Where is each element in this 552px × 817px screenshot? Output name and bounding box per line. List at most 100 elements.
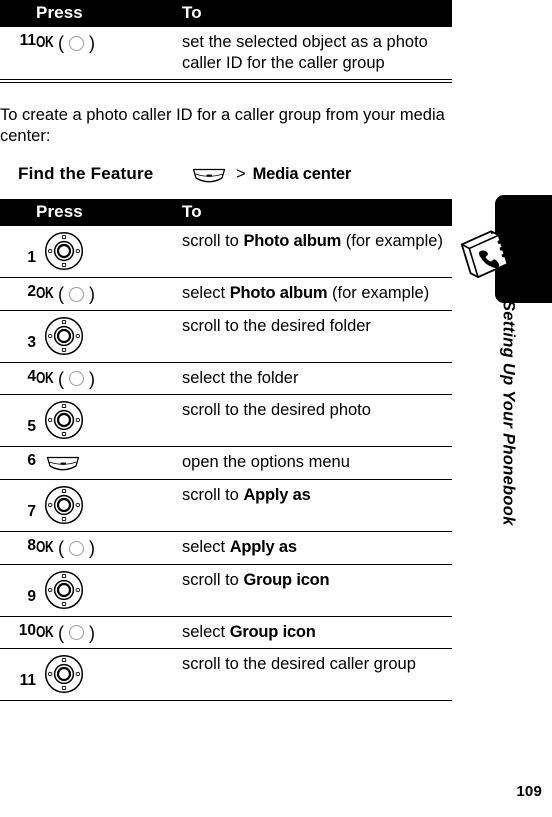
- steps-table: Press To 1 scroll to Photo album (for exa…: [0, 199, 452, 701]
- step-number: 3: [0, 310, 36, 363]
- ok-key-label: OK: [36, 539, 54, 557]
- menu-key-icon[interactable]: [192, 168, 226, 185]
- table-row: 2 OK() select Photo album (for example): [0, 277, 452, 311]
- step-key-ok[interactable]: OK ( ): [36, 27, 182, 79]
- step-description: select Group icon: [182, 616, 452, 649]
- step-description: scroll to Photo album (for example): [182, 226, 452, 278]
- menu-item-name: Photo album: [243, 232, 342, 250]
- navigation-wheel-icon[interactable]: [44, 485, 84, 525]
- step-number: 2: [0, 277, 36, 311]
- phonebook-icon: [460, 230, 509, 279]
- step-description: scroll to the desired folder: [182, 310, 452, 363]
- navigation-wheel-icon[interactable]: [44, 231, 84, 271]
- table-row: 7 scroll to Apply as: [0, 479, 452, 532]
- step-number: 11: [19, 32, 36, 49]
- ok-key-glyph[interactable]: OK ( ): [36, 32, 95, 52]
- ok-key-glyph[interactable]: OK(): [36, 537, 95, 557]
- step-key-menu[interactable]: [36, 446, 182, 480]
- table-row: 8 OK() select Apply as: [0, 531, 452, 565]
- paren-open: (: [58, 622, 64, 643]
- step-description: scroll to the desired caller group: [182, 648, 452, 701]
- step-number: 1: [0, 226, 36, 278]
- step-description-text: select: [182, 622, 230, 641]
- section-title-text: Setting Up Your Phonebook: [499, 300, 518, 526]
- step-description: scroll to Group icon: [182, 564, 452, 617]
- manual-page: Press To 11 OK ( ) set the selected obje…: [0, 0, 552, 817]
- ok-key-label: OK: [36, 34, 54, 52]
- table-header-row: Press To: [0, 0, 452, 27]
- paren-open: (: [58, 538, 64, 558]
- navigation-wheel-icon[interactable]: [44, 654, 84, 694]
- step-description-text: scroll to the desired photo: [182, 401, 371, 419]
- navigation-wheel-icon[interactable]: [44, 400, 84, 440]
- table-row: 1 scroll to Photo album (for example): [0, 226, 452, 278]
- step-description: scroll to Apply as: [182, 479, 452, 532]
- header-cell-to: To: [182, 0, 452, 27]
- step-key-ok[interactable]: OK(): [36, 277, 182, 311]
- menu-item-name: Group icon: [229, 622, 316, 641]
- find-the-feature-label: Find the Feature: [18, 164, 154, 183]
- step-key-navigation-wheel[interactable]: [36, 310, 182, 363]
- menu-key-icon[interactable]: [46, 456, 80, 473]
- step-key-navigation-wheel[interactable]: [36, 648, 182, 701]
- step-key-ok[interactable]: OK(): [36, 362, 182, 395]
- step-number: 8: [0, 531, 36, 565]
- ok-key-glyph[interactable]: OK(): [36, 283, 95, 303]
- ok-key-label: OK: [36, 369, 54, 387]
- paren-close: ): [89, 538, 95, 558]
- step-number: 4: [0, 362, 36, 395]
- step-description: select Apply as: [182, 531, 452, 565]
- step-description-text: select the folder: [182, 368, 299, 387]
- step-key-ok[interactable]: OK(): [36, 531, 182, 565]
- menu-item-name: Apply as: [243, 486, 311, 504]
- table-row: 11 OK ( ) set the selected object as a p…: [0, 27, 452, 79]
- step-key-navigation-wheel[interactable]: [36, 394, 182, 447]
- intro-paragraph: To create a photo caller ID for a caller…: [0, 106, 445, 145]
- step-description: select the folder: [182, 362, 452, 395]
- step-number: 11: [0, 648, 36, 701]
- step-description-text: select: [182, 538, 230, 556]
- step-description-text: (for example): [341, 232, 443, 250]
- step-description-text: scroll to the desired folder: [182, 316, 371, 335]
- step-key-navigation-wheel[interactable]: [36, 226, 182, 278]
- navigation-wheel-icon[interactable]: [44, 316, 84, 356]
- step-description-text: scroll to: [182, 232, 244, 250]
- table-row: 4 OK() select the folder: [0, 362, 452, 395]
- paren-open: (: [58, 368, 64, 389]
- find-the-feature-path: > Media center: [182, 164, 351, 185]
- step-key-navigation-wheel[interactable]: [36, 564, 182, 617]
- header-cell-press: Press: [36, 199, 182, 226]
- step-key-navigation-wheel[interactable]: [36, 479, 182, 532]
- ok-key-glyph[interactable]: OK(): [36, 622, 95, 642]
- table-row: 11 scroll to the desired caller group: [0, 648, 452, 701]
- continued-steps-table: Press To 11 OK ( ) set the selected obje…: [0, 0, 452, 79]
- step-number: 9: [0, 564, 36, 617]
- step-number: 7: [0, 479, 36, 532]
- path-separator: >: [236, 165, 246, 183]
- step-description-text: open the options menu: [182, 453, 350, 471]
- continued-steps-tbody: Press To 11 OK ( ) set the selected obje…: [0, 0, 452, 79]
- step-key-ok[interactable]: OK(): [36, 616, 182, 649]
- table-row: 5 scroll to the desired photo: [0, 394, 452, 447]
- table-row: 10 OK() select Group icon: [0, 616, 452, 649]
- path-destination: Media center: [252, 165, 352, 183]
- ok-key-glyph[interactable]: OK(): [36, 368, 95, 388]
- paren-open: (: [58, 33, 64, 53]
- ok-key-label: OK: [36, 623, 54, 641]
- navigation-wheel-icon[interactable]: [44, 570, 84, 610]
- page-content: Press To 11 OK ( ) set the selected obje…: [0, 0, 452, 701]
- step-description-text: scroll to: [182, 486, 244, 504]
- center-select-circle-icon: [69, 371, 84, 386]
- step-description-text: select: [182, 284, 230, 302]
- paren-close: ): [89, 368, 95, 389]
- center-select-circle-icon: [69, 35, 84, 51]
- table-row: 9 scroll to Group icon: [0, 564, 452, 617]
- header-cell-num: [0, 0, 36, 27]
- header-cell-to: To: [182, 199, 452, 226]
- step-description-text: scroll to the desired caller group: [182, 655, 416, 673]
- ok-key-label: OK: [36, 285, 54, 303]
- center-select-circle-icon: [69, 286, 84, 302]
